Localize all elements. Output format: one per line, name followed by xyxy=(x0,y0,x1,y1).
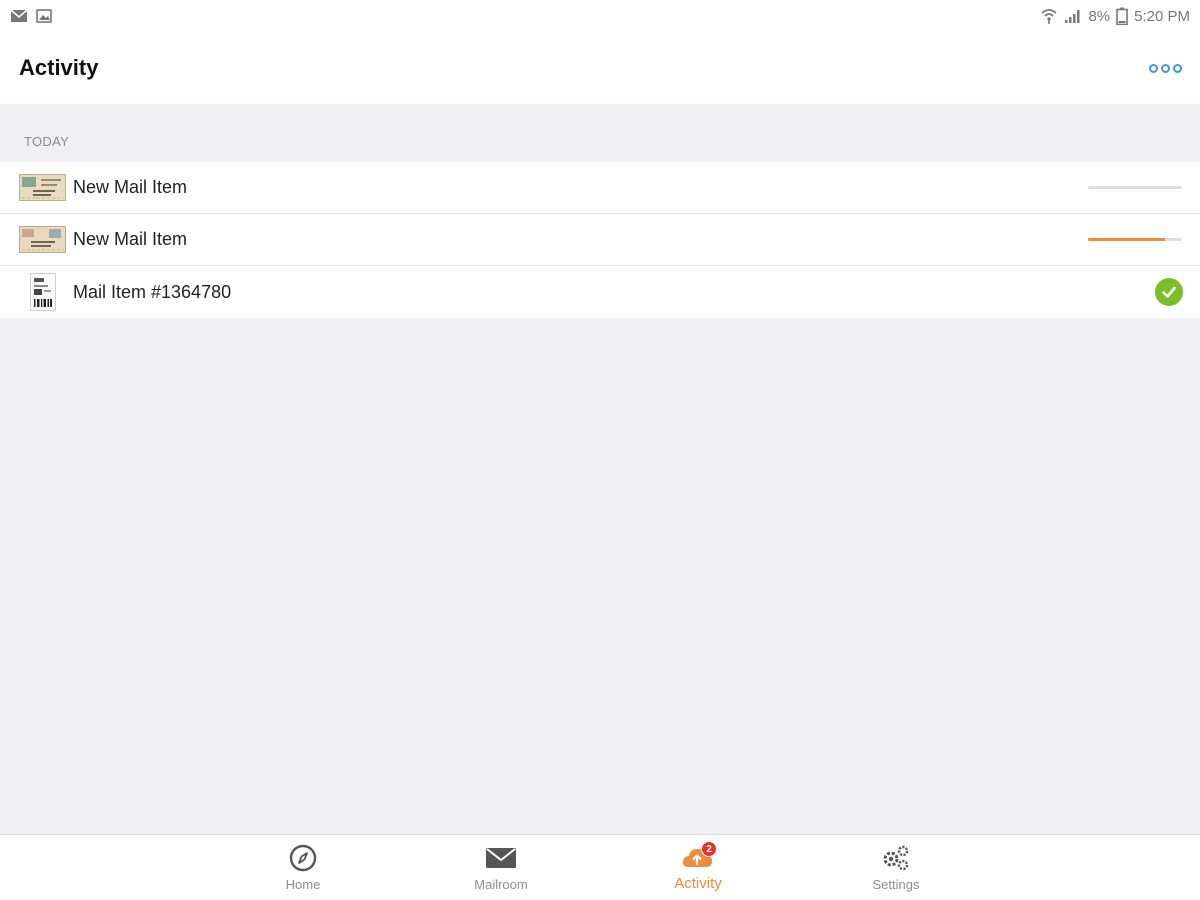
battery-icon xyxy=(1116,7,1128,25)
page-title: Activity xyxy=(19,55,99,80)
tab-settings[interactable]: Settings xyxy=(841,843,951,892)
signal-icon xyxy=(1064,8,1082,24)
upload-progress-bar xyxy=(1088,186,1182,189)
envelope-thumbnail-icon xyxy=(19,174,66,201)
more-icon xyxy=(1173,63,1182,73)
more-options-button[interactable] xyxy=(1145,60,1186,77)
app-header: Activity xyxy=(0,32,1200,104)
mail-notification-icon xyxy=(10,9,28,23)
tab-activity[interactable]: 2 Activity xyxy=(643,841,753,892)
activity-item[interactable]: Mail Item #1364780 xyxy=(0,266,1200,318)
activity-item-label: New Mail Item xyxy=(73,229,188,249)
tab-settings-label: Settings xyxy=(872,877,920,892)
cloud-upload-icon: 2 xyxy=(681,841,717,873)
tab-mailroom[interactable]: Mailroom xyxy=(446,843,556,892)
upload-progress-fill xyxy=(1088,238,1166,241)
clock: 5:20 PM xyxy=(1134,7,1190,25)
activity-list: New Mail Item New Mail Item Mail Item #1… xyxy=(0,162,1200,318)
bottom-tab-bar: Home Mailroom 2 Activity Settings xyxy=(0,834,1200,900)
upload-progress-bar xyxy=(1088,238,1182,241)
checkmark-icon xyxy=(1155,278,1183,306)
activity-item-label: New Mail Item xyxy=(73,177,188,197)
status-bar-system: 8% 5:20 PM xyxy=(1040,7,1190,25)
more-icon xyxy=(1161,63,1170,73)
wifi-icon xyxy=(1040,8,1058,24)
tab-home-label: Home xyxy=(285,877,321,892)
tab-home[interactable]: Home xyxy=(248,843,358,892)
activity-badge: 2 xyxy=(701,841,717,857)
battery-percent: 8% xyxy=(1088,7,1111,25)
tab-activity-label: Activity xyxy=(674,875,722,892)
tab-mailroom-label: Mailroom xyxy=(474,877,528,892)
status-bar-notifications xyxy=(10,9,52,23)
status-bar: 8% 5:20 PM xyxy=(0,0,1200,32)
envelope-icon xyxy=(485,843,517,873)
gears-icon xyxy=(880,843,912,873)
envelope-thumbnail-icon xyxy=(19,226,66,253)
activity-item[interactable]: New Mail Item xyxy=(0,162,1200,214)
compass-icon xyxy=(288,843,318,873)
document-thumbnail-icon xyxy=(19,273,66,311)
activity-item-label: Mail Item #1364780 xyxy=(73,281,232,302)
activity-item[interactable]: New Mail Item xyxy=(0,214,1200,266)
image-notification-icon xyxy=(36,9,52,23)
section-header-today: TODAY xyxy=(24,134,70,149)
more-icon xyxy=(1149,63,1158,73)
